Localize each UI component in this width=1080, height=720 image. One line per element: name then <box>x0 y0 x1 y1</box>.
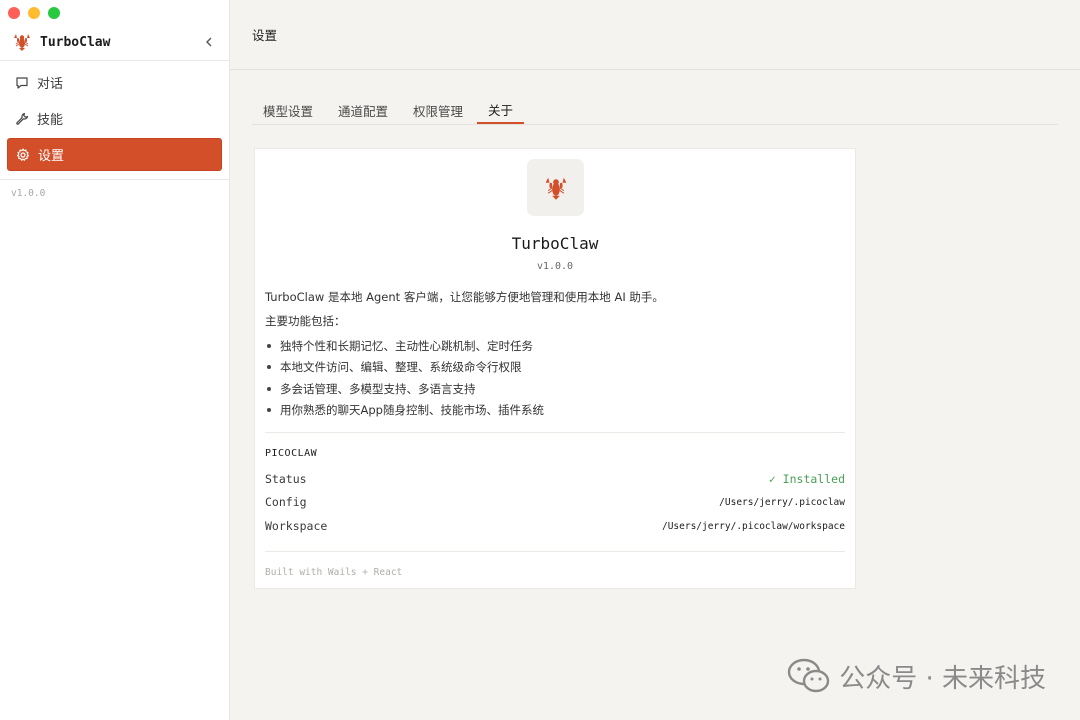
about-app-version: v1.0.0 <box>536 261 574 272</box>
brand: TurboClaw <box>12 30 217 54</box>
tab-model-settings[interactable]: 模型设置 <box>252 96 324 124</box>
close-window-button[interactable] <box>8 7 20 19</box>
sidebar-item-skills[interactable]: 技能 <box>7 102 222 135</box>
window-controls <box>8 7 60 19</box>
bullet-icon <box>267 365 271 370</box>
features-title: 主要功能包括： <box>265 314 346 328</box>
about-description: TurboClaw 是本地 Agent 客户端，让您能够方便地管理和使用本地 A… <box>265 290 664 304</box>
sidebar-item-chat[interactable]: 对话 <box>7 66 222 99</box>
feature-text: 用你熟悉的聊天App随身控制、技能市场、插件系统 <box>280 403 544 418</box>
tab-about[interactable]: 关于 <box>477 96 525 124</box>
wechat-icon <box>788 658 830 693</box>
sidebar: TurboClaw 对话 技能 设置 v1.0.0 <box>0 0 230 720</box>
sidebar-divider <box>0 179 229 180</box>
section-divider <box>265 432 845 433</box>
footer-divider <box>265 551 845 552</box>
chevron-left-icon <box>206 37 212 47</box>
features-list: 独特个性和长期记忆、主动性心跳机制、定时任务 本地文件访问、编辑、整理、系统级命… <box>267 335 845 421</box>
feature-text: 多会话管理、多模型支持、多语言支持 <box>280 381 476 396</box>
lobster-icon <box>12 31 32 53</box>
bullet-icon <box>267 343 271 348</box>
feature-text: 本地文件访问、编辑、整理、系统级命令行权限 <box>280 360 522 375</box>
list-item: 多会话管理、多模型支持、多语言支持 <box>267 378 845 400</box>
status-row: Status ✓ Installed <box>265 469 845 489</box>
sidebar-item-label: 对话 <box>37 77 64 92</box>
status-badge: ✓ Installed <box>768 472 845 486</box>
list-item: 独特个性和长期记忆、主动性心跳机制、定时任务 <box>267 335 845 357</box>
page-header: 设置 <box>230 0 1080 70</box>
tab-channel-config[interactable]: 通道配置 <box>327 96 399 124</box>
main-content: 设置 模型设置 通道配置 权限管理 关于 TurboClaw v1.0.0 Tu… <box>230 0 1080 720</box>
status-label: Status <box>265 472 307 486</box>
sidebar-version: v1.0.0 <box>11 188 46 199</box>
about-card: TurboClaw v1.0.0 TurboClaw 是本地 Agent 客户端… <box>254 148 856 589</box>
workspace-path: /Users/jerry/.picoclaw/workspace <box>661 520 845 532</box>
app-name: TurboClaw <box>40 34 111 50</box>
watermark: 公众号 · 未来科技 <box>787 657 1046 695</box>
bullet-icon <box>267 408 271 413</box>
watermark-text: 公众号 · 未来科技 <box>839 663 1046 694</box>
chat-bubble-icon <box>15 76 29 90</box>
sidebar-item-label: 设置 <box>38 149 65 164</box>
list-item: 本地文件访问、编辑、整理、系统级命令行权限 <box>267 357 845 379</box>
built-with-note: Built with Wails + React <box>265 567 403 578</box>
list-item: 用你熟悉的聊天App随身控制、技能市场、插件系统 <box>267 400 845 422</box>
workspace-row: Workspace /Users/jerry/.picoclaw/workspa… <box>265 516 845 536</box>
collapse-sidebar-button[interactable] <box>201 34 217 50</box>
gear-icon <box>16 147 30 162</box>
workspace-label: Workspace <box>265 519 328 533</box>
tab-permissions[interactable]: 权限管理 <box>402 96 474 124</box>
sidebar-nav: 对话 技能 设置 <box>7 66 222 174</box>
config-path: /Users/jerry/.picoclaw <box>719 496 845 508</box>
config-label: Config <box>265 495 307 509</box>
config-row: Config /Users/jerry/.picoclaw <box>265 492 845 512</box>
wrench-icon <box>15 112 29 126</box>
about-app-name: TurboClaw <box>511 234 599 253</box>
maximize-window-button[interactable] <box>48 7 60 19</box>
page-title: 设置 <box>252 28 278 43</box>
feature-text: 独特个性和长期记忆、主动性心跳机制、定时任务 <box>280 338 533 353</box>
sidebar-item-settings[interactable]: 设置 <box>7 138 222 171</box>
minimize-window-button[interactable] <box>28 7 40 19</box>
lobster-icon <box>527 159 584 216</box>
picoclaw-section-title: PICOCLAW <box>265 448 318 459</box>
bullet-icon <box>267 386 271 391</box>
sidebar-divider <box>0 60 229 61</box>
sidebar-item-label: 技能 <box>37 113 64 128</box>
settings-tabs: 模型设置 通道配置 权限管理 关于 <box>252 96 1058 125</box>
